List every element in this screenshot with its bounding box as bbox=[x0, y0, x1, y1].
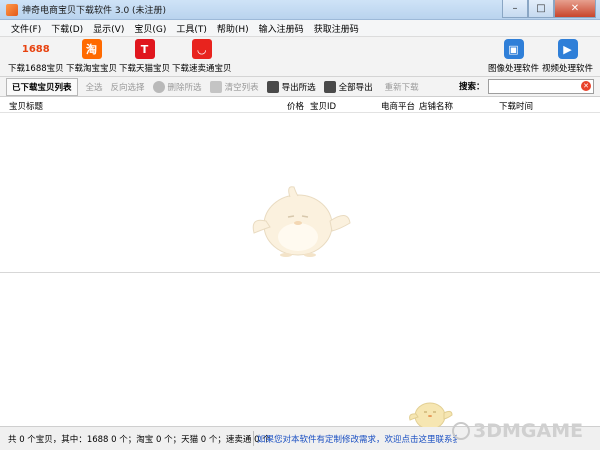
download-tmall-label: 下载天猫宝贝 bbox=[119, 64, 171, 74]
col-time[interactable]: 下载时间 bbox=[499, 100, 533, 112]
video-software-button[interactable]: ▶ 视频处理软件 bbox=[542, 39, 593, 74]
menu-bar: 文件(F) 下载(D) 显示(V) 宝贝(G) 工具(T) 帮助(H) 输入注册… bbox=[0, 20, 600, 37]
download-1688-button[interactable]: 1688 下载1688宝贝 bbox=[8, 39, 64, 75]
small-mascot-icon bbox=[409, 402, 453, 430]
watermark-text: 3DMGAME bbox=[473, 420, 584, 442]
delete-selected-button[interactable]: 删除所选 bbox=[149, 78, 206, 96]
image-software-button[interactable]: ▣ 图像处理软件 bbox=[488, 39, 539, 74]
customization-link[interactable]: 如果您对本软件有定制修改需求，欢迎点击这里联系我们 bbox=[257, 433, 457, 445]
clear-list-button[interactable]: 清空列表 bbox=[206, 78, 263, 96]
download-aliexpress-button[interactable]: ◡ 下载速卖通宝贝 bbox=[172, 39, 232, 74]
image-icon: ▣ bbox=[503, 39, 524, 59]
download-taobao-label: 下载淘宝宝贝 bbox=[66, 64, 118, 74]
select-all-button[interactable]: 全选 bbox=[82, 78, 107, 96]
window-controls: – □ ✕ bbox=[502, 0, 596, 18]
search-input[interactable] bbox=[488, 79, 594, 94]
col-shop[interactable]: 店铺名称 bbox=[419, 100, 453, 112]
status-separator bbox=[253, 431, 254, 446]
download-aliexpress-label: 下载速卖通宝贝 bbox=[172, 64, 232, 74]
export-selected-button[interactable]: 导出所选 bbox=[263, 78, 320, 96]
menu-help[interactable]: 帮助(H) bbox=[212, 22, 254, 35]
watermark-logo-icon bbox=[452, 422, 470, 440]
watermark: 3DMGAME bbox=[452, 420, 583, 442]
maximize-button[interactable]: □ bbox=[528, 0, 554, 18]
menu-goods[interactable]: 宝贝(G) bbox=[129, 22, 171, 35]
save-all-icon bbox=[323, 80, 336, 93]
clear-icon bbox=[209, 80, 222, 93]
menu-view[interactable]: 显示(V) bbox=[88, 22, 129, 35]
download-1688-label: 下载1688宝贝 bbox=[8, 64, 64, 74]
goods-table: 宝贝标题 价格 宝贝ID 电商平台 店铺名称 下载时间 bbox=[0, 97, 600, 430]
export-all-label: 全部导出 bbox=[338, 82, 373, 93]
delete-icon bbox=[152, 80, 165, 93]
1688-logo-icon: 1688 bbox=[21, 43, 50, 55]
video-software-label: 视频处理软件 bbox=[542, 64, 594, 74]
close-button[interactable]: ✕ bbox=[554, 0, 596, 18]
image-software-label: 图像处理软件 bbox=[488, 64, 540, 74]
col-platform[interactable]: 电商平台 bbox=[381, 100, 415, 112]
clear-list-label: 清空列表 bbox=[224, 82, 259, 93]
taobao-icon: 淘 bbox=[81, 39, 102, 59]
title-bar: 神奇电商宝贝下载软件 3.0 (未注册) – □ ✕ bbox=[0, 0, 600, 20]
window-title: 神奇电商宝贝下载软件 3.0 (未注册) bbox=[22, 6, 167, 16]
app-icon bbox=[6, 3, 18, 16]
minimize-button[interactable]: – bbox=[502, 0, 528, 18]
menu-file[interactable]: 文件(F) bbox=[6, 22, 46, 35]
col-id[interactable]: 宝贝ID bbox=[310, 100, 336, 112]
status-summary: 共 0 个宝贝，其中：1688 0 个；淘宝 0 个；天猫 0 个；速卖通 0 … bbox=[8, 434, 271, 445]
save-disk-icon bbox=[266, 80, 279, 93]
menu-tools[interactable]: 工具(T) bbox=[171, 22, 212, 35]
re-download-button[interactable]: 重新下载 bbox=[381, 78, 423, 96]
col-title[interactable]: 宝贝标题 bbox=[9, 100, 43, 112]
video-icon: ▶ bbox=[557, 39, 578, 59]
menu-enter-regcode[interactable]: 输入注册码 bbox=[254, 22, 309, 35]
download-taobao-button[interactable]: 淘 下载淘宝宝贝 bbox=[66, 39, 117, 74]
menu-get-regcode[interactable]: 获取注册码 bbox=[309, 22, 364, 35]
search-clear-icon[interactable]: ✕ bbox=[581, 81, 591, 91]
tmall-icon: T bbox=[134, 39, 155, 59]
invert-select-button[interactable]: 反向选择 bbox=[107, 78, 149, 96]
panel-divider bbox=[0, 272, 600, 273]
main-toolbar: 1688 下载1688宝贝 淘 下载淘宝宝贝 T 下载天猫宝贝 ◡ 下载速卖通宝… bbox=[0, 37, 600, 77]
col-price[interactable]: 价格 bbox=[287, 100, 304, 112]
delete-selected-label: 删除所选 bbox=[167, 82, 202, 93]
empty-list-mascot bbox=[252, 186, 351, 257]
download-tmall-button[interactable]: T 下载天猫宝贝 bbox=[119, 39, 170, 74]
tab-downloaded-list[interactable]: 已下载宝贝列表 bbox=[6, 77, 78, 96]
export-all-button[interactable]: 全部导出 bbox=[320, 78, 377, 96]
menu-download[interactable]: 下载(D) bbox=[46, 22, 88, 35]
action-bar: 已下载宝贝列表 全选 反向选择 删除所选 清空列表 导出所选 全部导出 重新下载… bbox=[0, 77, 600, 97]
search-label: 搜索： bbox=[459, 82, 485, 92]
export-selected-label: 导出所选 bbox=[281, 82, 316, 93]
table-header: 宝贝标题 价格 宝贝ID 电商平台 店铺名称 下载时间 bbox=[0, 97, 600, 113]
aliexpress-icon: ◡ bbox=[191, 39, 212, 59]
